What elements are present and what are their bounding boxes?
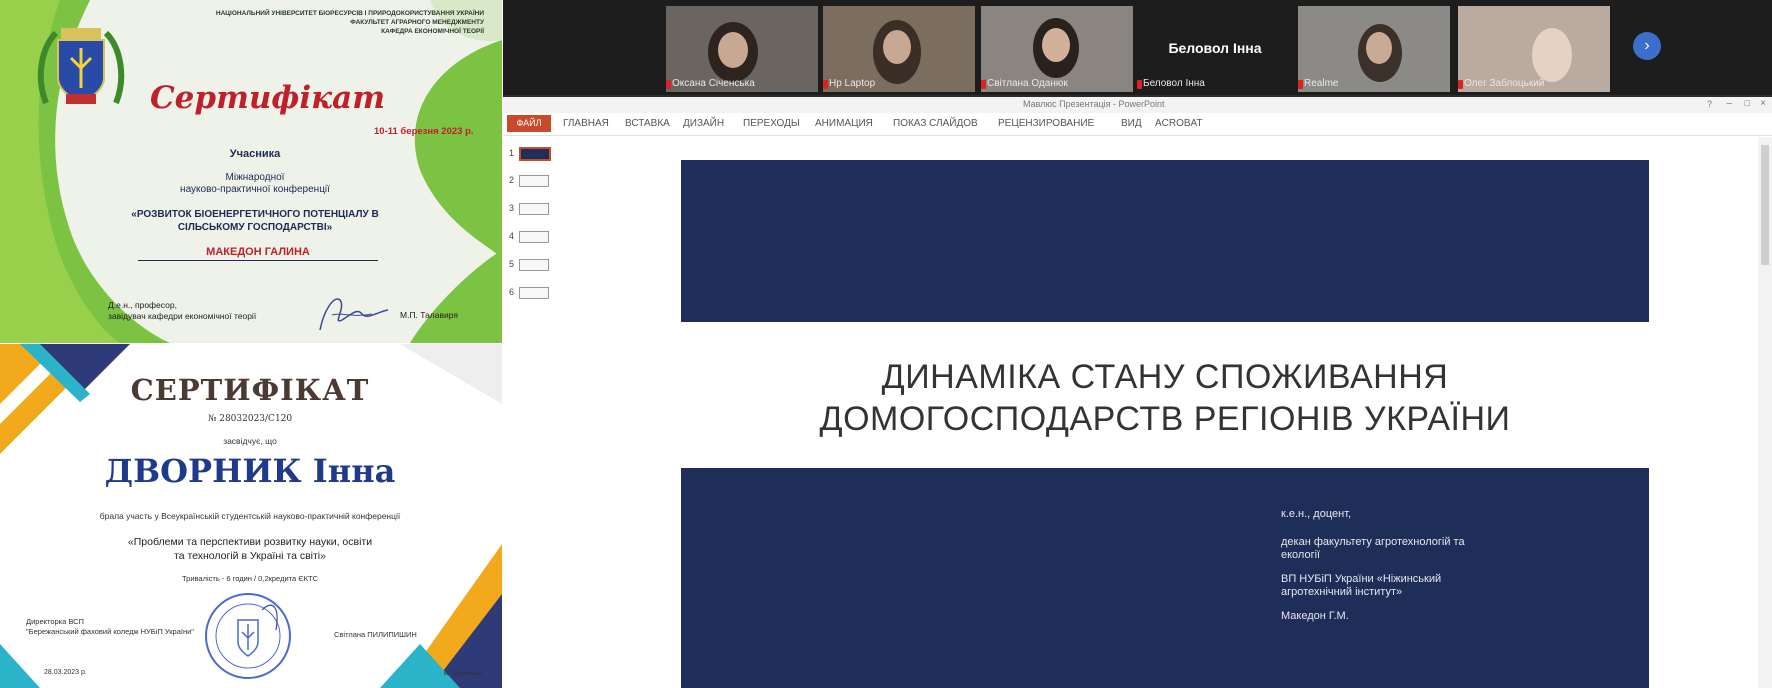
cert2-director-line1: Директорка ВСП: [26, 617, 84, 626]
participant-tile-6[interactable]: Олег Заблоцький: [1458, 6, 1610, 92]
mic-muted-icon: [666, 80, 671, 89]
tab-design[interactable]: ДИЗАЙН: [683, 118, 724, 129]
slide-title-line2: ДОМОГОСПОДАРСТВ РЕГІОНІВ УКРАЇНИ: [819, 400, 1511, 438]
mic-muted-icon: [981, 80, 986, 89]
cert2-city: м. Бережани: [444, 670, 483, 677]
slide-thumb-2[interactable]: 2: [509, 175, 569, 187]
slide-author-institute-line2: агротехнічний інститут»: [1281, 586, 1403, 598]
participant-tile-3[interactable]: Світлана Оданюк: [981, 6, 1133, 92]
tab-view[interactable]: ВИД: [1121, 118, 1142, 129]
slide-thumb-6[interactable]: 6: [509, 287, 569, 299]
cert2-number: № 28032023/С120: [207, 414, 293, 424]
ppt-title-bar: Мавлюс Презентація - PowerPoint ? – □ ×: [503, 97, 1772, 113]
cert1-signature-icon: [319, 298, 389, 331]
cert2-certifies: засвідчує, що: [223, 436, 277, 446]
participant-name: Hp Laptop: [829, 78, 876, 89]
cert1-conf-name-line1: «РОЗВИТОК БІОЕНЕРГЕТИЧНОГО ПОТЕНЦІАЛУ В: [131, 209, 379, 220]
slide-thumb-4[interactable]: 4: [509, 231, 569, 243]
slide-author-name: Македон Г.М.: [1281, 610, 1349, 622]
university-coat-of-arms-icon: [37, 28, 125, 105]
participant-name: Оксана Січенська: [672, 78, 755, 89]
participant-tile-4[interactable]: Беловол Інна Беловол Інна: [1137, 6, 1289, 92]
participant-name: Беловол Інна: [1143, 78, 1205, 89]
cert2-recipient: ДВОРНИК Інна: [104, 452, 396, 490]
slide-thumb-5[interactable]: 5: [509, 259, 569, 271]
slide-author-position-line2: екології: [1281, 549, 1321, 561]
certificate-participant: НАЦІОНАЛЬНИЙ УНІВЕРСИТЕТ БІОРЕСУРСІВ І П…: [0, 0, 502, 343]
slide-canvas[interactable]: ДИНАМІКА СТАНУ СПОЖИВАННЯ ДОМОГОСПОДАРСТ…: [681, 160, 1649, 688]
cert1-signer-title-line1: Д.е.н., професор,: [108, 300, 177, 310]
tab-acrobat[interactable]: ACROBAT: [1155, 118, 1203, 129]
cert1-header-faculty: ФАКУЛЬТЕТ АГРАРНОГО МЕНЕДЖМЕНТУ: [350, 19, 484, 26]
tab-slideshow[interactable]: ПОКАЗ СЛАЙДОВ: [893, 118, 978, 129]
slide-author-position-line1: декан факультету агротехнологій та: [1281, 536, 1465, 548]
participant-strip: Оксана Січенська Hp Laptop Світлана Одан…: [503, 0, 1772, 95]
participant-name: Олег Заблоцький: [1464, 78, 1545, 89]
cert1-conf-line2: науково-практичної конференції: [180, 184, 330, 195]
slide-author-institute-line1: ВП НУБіП України «Ніжинський: [1281, 573, 1442, 585]
tab-home[interactable]: ГЛАВНАЯ: [563, 118, 609, 129]
chevron-right-icon: ›: [1644, 37, 1650, 54]
tab-insert[interactable]: ВСТАВКА: [625, 118, 670, 129]
certificate-student-conference: СЕРТИФІКАТ № 28032023/С120 засвідчує, що…: [0, 344, 502, 688]
slide-thumbnail-pane: 1 2 3 4 5 6: [503, 137, 603, 688]
cert1-title: Сертифікат: [150, 80, 386, 116]
slide-thumb-3[interactable]: 3: [509, 203, 569, 215]
tab-transitions[interactable]: ПЕРЕХОДЫ: [743, 118, 800, 129]
slide-top-band: [681, 160, 1649, 322]
slide-title-line1: ДИНАМІКА СТАНУ СПОЖИВАННЯ: [881, 358, 1449, 396]
mic-muted-icon: [1298, 80, 1303, 89]
cert1-conf-name-line2: СІЛЬСЬКОМУ ГОСПОДАРСТВІ»: [177, 222, 333, 233]
slide-author-degree: к.е.н., доцент,: [1281, 508, 1352, 520]
video-conference-window: Оксана Січенська Hp Laptop Світлана Одан…: [503, 0, 1772, 688]
slide-title-area: ДИНАМІКА СТАНУ СПОЖИВАННЯ ДОМОГОСПОДАРСТ…: [681, 322, 1649, 468]
cert1-recipient: МАКЕДОН ГАЛИНА: [138, 246, 378, 261]
slide-bottom-band: к.е.н., доцент, декан факультету агротех…: [681, 468, 1649, 688]
help-icon[interactable]: ?: [1707, 99, 1712, 109]
minimize-icon[interactable]: –: [1726, 98, 1732, 109]
ppt-window-title: Мавлюс Презентація - PowerPoint: [1023, 99, 1165, 109]
tab-animation[interactable]: АНИМАЦИЯ: [815, 118, 873, 129]
slide-thumb-1[interactable]: 1: [509, 147, 569, 161]
next-participants-button[interactable]: ›: [1633, 32, 1661, 60]
cert2-duration: Тривалість - 6 годин / 0,2кредита ЄКТС: [182, 574, 318, 583]
participant-tile-1[interactable]: Оксана Січенська: [666, 6, 818, 92]
mic-muted-icon: [823, 80, 828, 89]
cert1-role: Учасника: [229, 148, 281, 160]
mic-muted-icon: [1137, 80, 1142, 89]
tab-review[interactable]: РЕЦЕНЗИРОВАНИЕ: [998, 118, 1094, 129]
vertical-scrollbar[interactable]: [1758, 137, 1772, 688]
cert1-signer-name: М.П. Талавиря: [400, 310, 458, 320]
tab-file[interactable]: ФАЙЛ: [507, 115, 551, 132]
cert1-header-department: КАФЕДРА ЕКОНОМІЧНОЇ ТЕОРІЇ: [381, 28, 484, 35]
cert2-official-seal-icon: [205, 593, 291, 679]
participant-tile-2[interactable]: Hp Laptop: [823, 6, 975, 92]
participant-name: Realme: [1304, 78, 1339, 89]
mic-muted-icon: [1458, 80, 1463, 89]
cert2-conf-name-line2: та технологій в Україні та світі»: [174, 550, 326, 562]
cert2-participated: брала участь у Всеукраїнській студентськ…: [99, 511, 401, 521]
maximize-icon[interactable]: □: [1745, 98, 1750, 108]
cert2-date: 28.03.2023 р.: [44, 669, 87, 676]
participant-audio-only-name: Беловол Інна: [1168, 40, 1262, 56]
cert2-conf-name-line1: «Проблеми та перспективи розвитку науки,…: [127, 536, 373, 548]
cert1-signer-title-line2: завідувач кафедри економічної теорії: [108, 311, 257, 321]
cert2-director-line2: "Бережанський фаховий коледж НУБіП Украї…: [26, 627, 194, 636]
ribbon-tabs: ФАЙЛ ГЛАВНАЯ ВСТАВКА ДИЗАЙН ПЕРЕХОДЫ АНИ…: [503, 113, 1772, 136]
scrollbar-thumb[interactable]: [1761, 145, 1769, 265]
participant-name: Світлана Оданюк: [987, 78, 1068, 89]
cert1-conf-line1: Міжнародної: [225, 172, 285, 183]
cert2-signer-name: Світлана ПИЛИПИШИН: [334, 630, 417, 639]
cert2-title: СЕРТИФІКАТ: [130, 373, 370, 407]
participant-tile-5[interactable]: Realme: [1298, 6, 1450, 92]
cert1-header-university: НАЦІОНАЛЬНИЙ УНІВЕРСИТЕТ БІОРЕСУРСІВ І П…: [215, 10, 484, 17]
cert1-date: 10-11 березня 2023 р.: [374, 126, 474, 137]
close-icon[interactable]: ×: [1760, 98, 1766, 109]
